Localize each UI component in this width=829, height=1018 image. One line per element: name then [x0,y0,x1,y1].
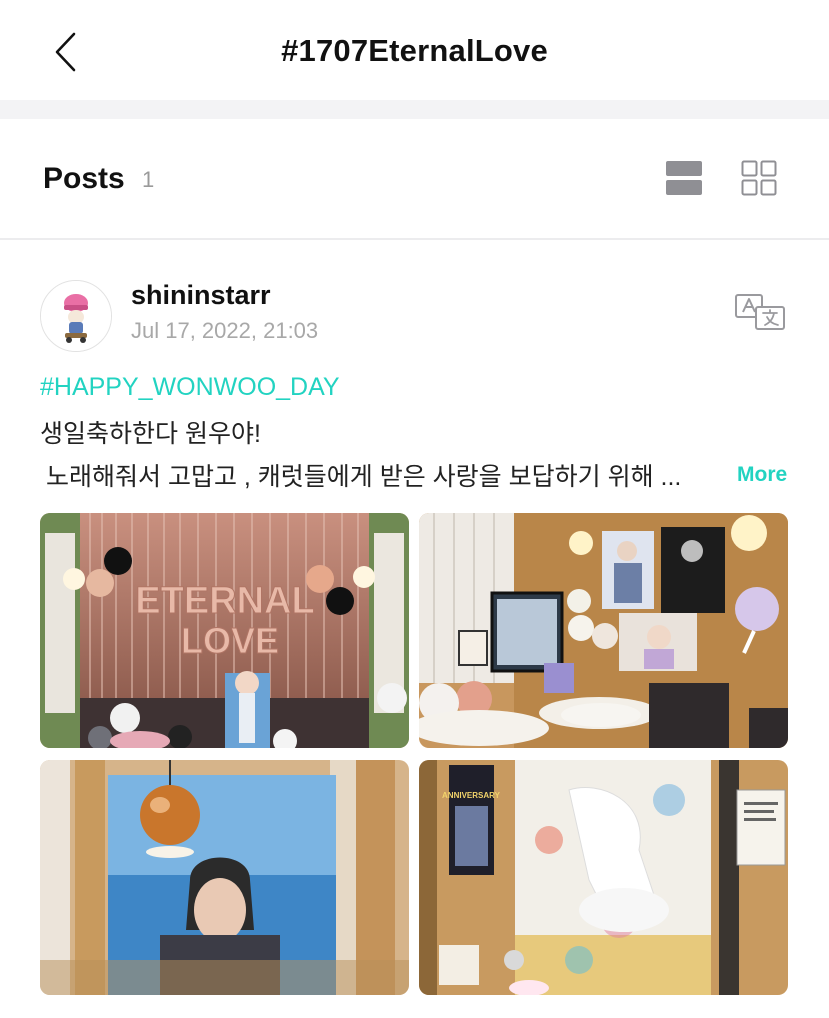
grid-view-icon [741,160,777,196]
posts-label: Posts [43,162,125,195]
cafe-table-with-posters-photo[interactable] [419,513,788,748]
anniversary-poster-text: ANNIVERSARY [442,791,501,800]
more-link[interactable]: More [737,463,787,487]
avatar-illustration [41,281,111,351]
post-text-line-2: 노래해줘서 고맙고 , 캐럿들에게 받은 사랑을 보답하기 위해 ... [46,463,682,491]
avatar[interactable] [40,280,112,352]
post-timestamp: Jul 17, 2022, 21:03 [131,318,319,343]
balloon-text-eternal: ETERNAL [135,580,314,622]
balloon-text-love: LOVE [181,620,279,661]
anniversary-poster-and-banner-photo[interactable]: ANNIVERSARY [419,760,788,995]
hanging-banner-with-lamp-photo[interactable] [40,760,409,995]
translate-button[interactable] [734,292,786,332]
grid-view-button[interactable] [740,159,780,199]
section-divider-band [0,100,829,119]
top-bar: #1707EternalLove [0,0,829,100]
post-text-line-1: 생일축하한다 원우야! [40,420,261,448]
eternal-love-balloon-backdrop-photo[interactable]: ETERNAL LOVE [40,513,409,748]
posts-header: Posts 1 [0,119,829,240]
posts-count: 1 [142,167,155,192]
list-view-button[interactable] [664,159,704,199]
post-username[interactable]: shininstarr [131,280,271,311]
post-hashtag[interactable]: #HAPPY_WONWOO_DAY [40,373,340,402]
page-title: #1707EternalLove [281,33,548,68]
list-view-icon [666,161,702,195]
translate-icon [735,294,785,330]
